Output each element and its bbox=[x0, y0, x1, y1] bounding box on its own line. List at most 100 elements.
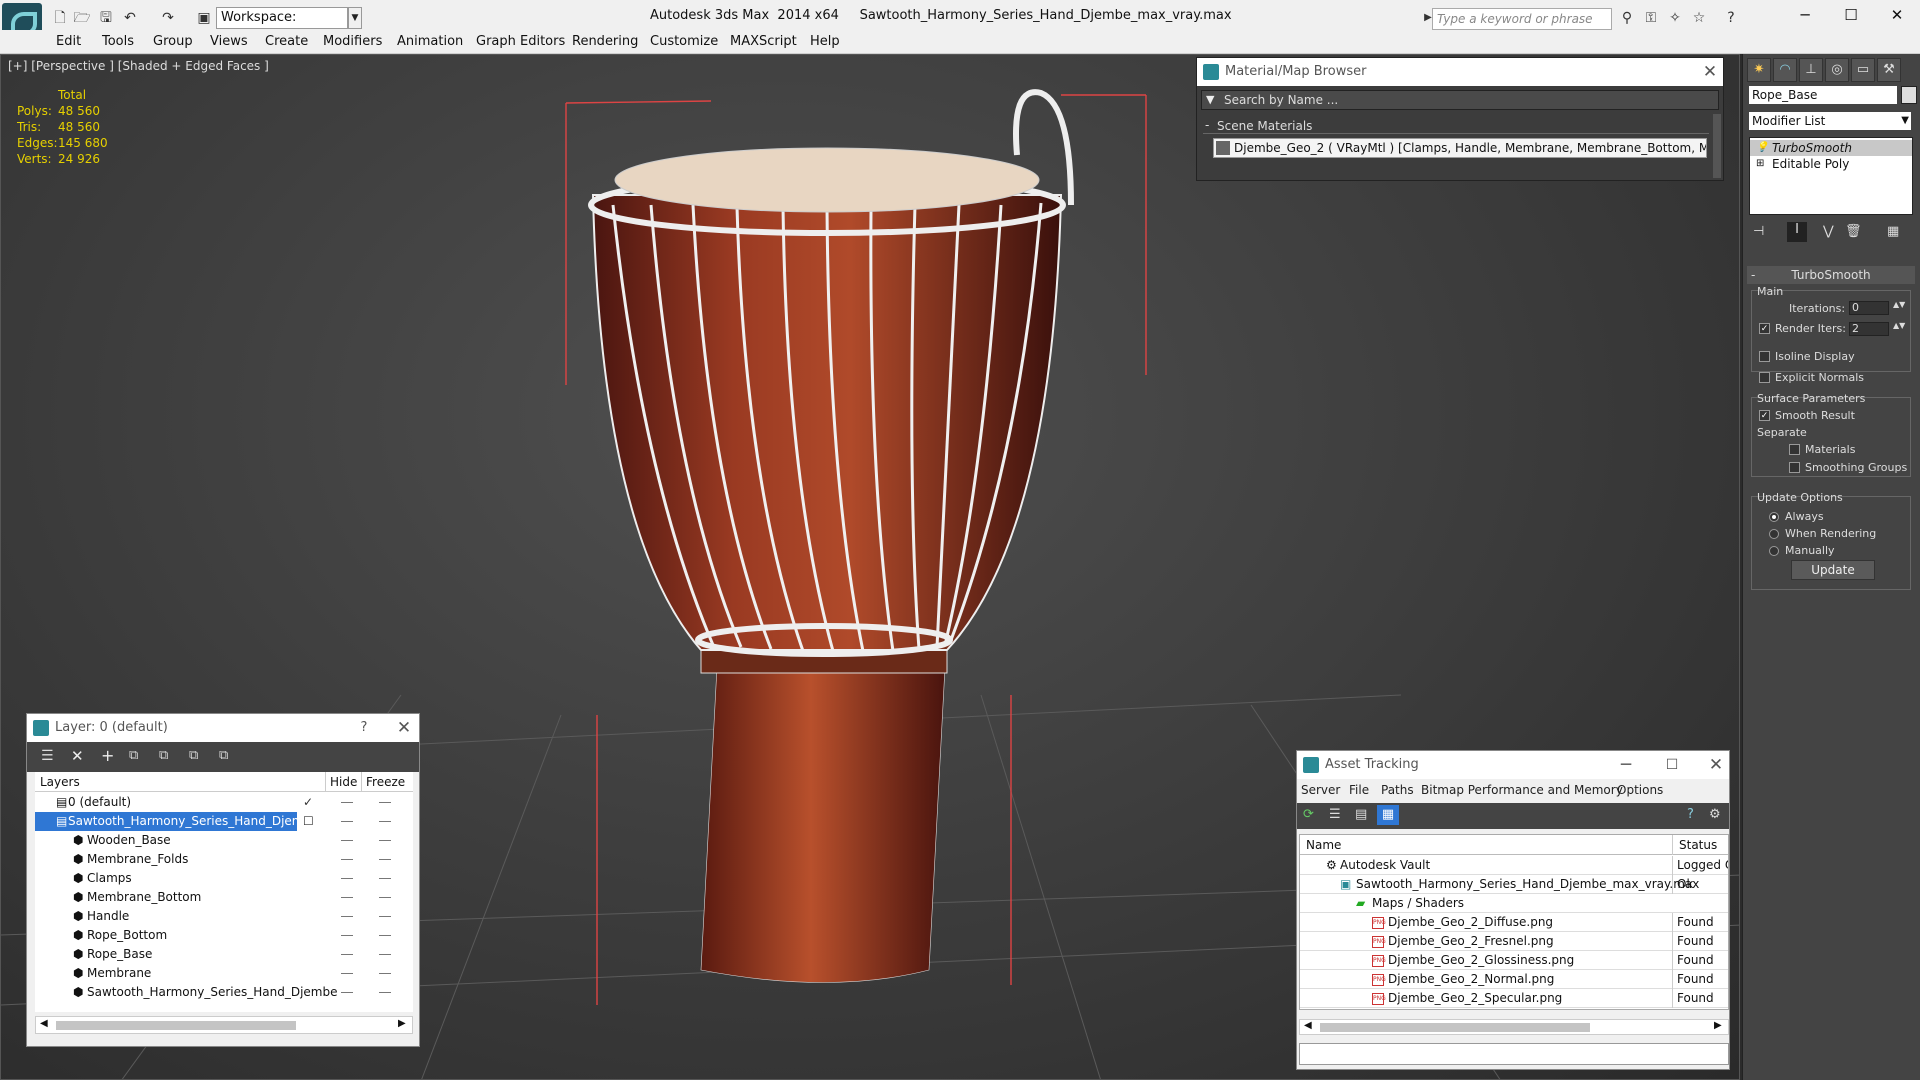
menu-maxscript[interactable]: MAXScript bbox=[730, 34, 797, 49]
add-layer-icon[interactable]: + bbox=[101, 746, 114, 765]
horizontal-scrollbar[interactable]: ◀ ▶ bbox=[35, 1016, 413, 1034]
layer-row[interactable]: ▤ Sawtooth_Harmony_Series_Hand_Djembe ☐ bbox=[35, 812, 401, 831]
layer-row[interactable]: ⬢ Clamps bbox=[35, 869, 401, 888]
menu-help[interactable]: Help bbox=[810, 34, 840, 49]
help-icon[interactable]: ? bbox=[1720, 8, 1742, 28]
layer-row[interactable]: ⬢ Membrane_Bottom bbox=[35, 888, 401, 907]
col-hide[interactable]: Hide bbox=[325, 772, 357, 792]
layer-row[interactable]: ⬢ Rope_Bottom bbox=[35, 926, 401, 945]
smooth-result-checkbox[interactable]: ✓ bbox=[1759, 410, 1770, 421]
binoculars-icon[interactable]: ⚲ bbox=[1616, 8, 1638, 28]
lightbulb-icon[interactable]: 💡 bbox=[1756, 140, 1768, 156]
save-icon[interactable]: 🖫 bbox=[96, 8, 116, 28]
render-iters-checkbox[interactable]: ✓ bbox=[1759, 323, 1770, 334]
asset-row[interactable]: ▰ Maps / Shaders bbox=[1300, 894, 1728, 913]
object-color-swatch[interactable] bbox=[1901, 86, 1917, 104]
smoothing-groups-checkbox[interactable] bbox=[1789, 462, 1800, 473]
asset-row[interactable]: PNG Djembe_Geo_2_Specular.png Found bbox=[1300, 989, 1728, 1008]
layers-stack-icon[interactable]: ☰ bbox=[41, 748, 54, 764]
scroll-left-icon[interactable]: ◀ bbox=[1304, 1020, 1312, 1031]
stack-item-turbosmooth[interactable]: 💡 TurboSmooth bbox=[1750, 140, 1912, 156]
minimize-button[interactable]: ─ bbox=[1782, 0, 1828, 30]
list-view-icon[interactable]: ☰ bbox=[1329, 807, 1341, 822]
maximize-icon[interactable]: ☐ bbox=[1657, 751, 1687, 779]
horizontal-scrollbar[interactable]: ◀ ▶ bbox=[1299, 1019, 1729, 1035]
layer-row[interactable]: ⬢ Wooden_Base bbox=[35, 831, 401, 850]
asset-row[interactable]: PNG Djembe_Geo_2_Glossiness.png Found bbox=[1300, 951, 1728, 970]
collapse-icon[interactable]: - bbox=[1751, 266, 1755, 284]
layer-row[interactable]: ⬢ Membrane_Folds bbox=[35, 850, 401, 869]
maximize-button[interactable]: ☐ bbox=[1828, 0, 1874, 30]
spinner-arrows-icon[interactable]: ▲▼ bbox=[1893, 321, 1905, 330]
keyword-search-input[interactable]: Type a keyword or phrase bbox=[1432, 8, 1612, 30]
close-icon[interactable]: ✕ bbox=[389, 714, 419, 742]
col-layers[interactable]: Layers bbox=[40, 772, 80, 792]
new-file-icon[interactable]: 🗋 bbox=[50, 8, 70, 28]
menu-rendering[interactable]: Rendering bbox=[572, 34, 638, 49]
chevron-down-icon[interactable]: ▼ bbox=[348, 7, 362, 29]
layer-checkbox-icon[interactable]: ☐ bbox=[303, 812, 314, 831]
render-iters-spinner[interactable]: 2 bbox=[1849, 322, 1889, 336]
create-tab-icon[interactable]: ✷ bbox=[1747, 58, 1771, 82]
scroll-thumb[interactable] bbox=[56, 1021, 296, 1030]
scroll-right-icon[interactable]: ▶ bbox=[1714, 1020, 1722, 1031]
menu-server[interactable]: Server bbox=[1301, 779, 1340, 801]
motion-tab-icon[interactable]: ◎ bbox=[1825, 58, 1849, 82]
col-freeze[interactable]: Freeze bbox=[361, 772, 405, 792]
favorites-star-icon[interactable]: ☆ bbox=[1688, 8, 1710, 28]
update-button[interactable]: Update bbox=[1791, 560, 1875, 580]
stack-item-editable-poly[interactable]: ⊞ Editable Poly bbox=[1750, 156, 1912, 172]
layer-row[interactable]: ▤ 0 (default) ✓ bbox=[35, 793, 401, 812]
refresh-icon[interactable]: ⟳ bbox=[1303, 807, 1314, 822]
when-rendering-radio[interactable] bbox=[1769, 529, 1779, 539]
asset-path-field[interactable] bbox=[1299, 1043, 1729, 1065]
select-layer-icon[interactable]: ⧉ bbox=[129, 748, 138, 763]
menu-file[interactable]: File bbox=[1349, 779, 1369, 801]
project-folder-icon[interactable]: ▣ bbox=[194, 8, 214, 28]
workspace-dropdown[interactable]: Workspace: Default bbox=[216, 7, 348, 45]
hide-all-icon[interactable]: ⧉ bbox=[189, 748, 198, 763]
layer-row[interactable]: ⬢ Sawtooth_Harmony_Series_Hand_Djembe bbox=[35, 983, 401, 1002]
delete-layer-icon[interactable]: ✕ bbox=[71, 747, 84, 765]
isoline-display-checkbox[interactable] bbox=[1759, 351, 1770, 362]
always-radio[interactable] bbox=[1769, 512, 1779, 522]
asset-row[interactable]: PNG Djembe_Geo_2_Normal.png Found bbox=[1300, 970, 1728, 989]
material-item[interactable]: Djembe_Geo_2 ( VRayMtl ) [Clamps, Handle… bbox=[1213, 138, 1707, 158]
highlight-layer-icon[interactable]: ⧉ bbox=[159, 748, 168, 763]
help-icon[interactable]: ? bbox=[1687, 807, 1694, 822]
pin-stack-icon[interactable]: ⊣ bbox=[1753, 224, 1764, 239]
menu-modifiers[interactable]: Modifiers bbox=[323, 34, 382, 49]
manually-radio[interactable] bbox=[1769, 546, 1779, 556]
tree-view-icon[interactable]: ▤ bbox=[1355, 807, 1367, 822]
close-icon[interactable]: ✕ bbox=[1695, 58, 1725, 86]
menu-customize[interactable]: Customize bbox=[650, 34, 718, 49]
chevron-down-icon[interactable]: ▼ bbox=[1206, 93, 1214, 106]
layer-row[interactable]: ⬢ Rope_Base bbox=[35, 945, 401, 964]
asset-row[interactable]: ⚙ Autodesk Vault Logged O bbox=[1300, 856, 1728, 875]
menu-paths[interactable]: Paths bbox=[1381, 779, 1414, 801]
table-view-icon[interactable]: ▦ bbox=[1377, 805, 1399, 825]
modifier-list-dropdown[interactable]: Modifier List ▼ bbox=[1749, 112, 1911, 130]
iterations-spinner[interactable]: 0 bbox=[1849, 301, 1889, 315]
close-icon[interactable]: ✕ bbox=[1701, 751, 1731, 779]
display-tab-icon[interactable]: ▭ bbox=[1851, 58, 1875, 82]
undo-icon[interactable]: ↶ bbox=[120, 8, 140, 28]
make-unique-icon[interactable]: ⋁ bbox=[1823, 224, 1834, 239]
freeze-all-icon[interactable]: ⧉ bbox=[219, 748, 228, 763]
menu-edit[interactable]: Edit bbox=[56, 34, 81, 49]
menu-animation[interactable]: Animation bbox=[397, 34, 463, 49]
spinner-arrows-icon[interactable]: ▲▼ bbox=[1893, 300, 1905, 309]
menu-bitmap-performance[interactable]: Bitmap Performance and Memory bbox=[1421, 779, 1623, 801]
help-icon[interactable]: ? bbox=[349, 714, 379, 742]
remove-modifier-icon[interactable]: 🗑 bbox=[1845, 224, 1862, 239]
object-name-field[interactable]: Rope_Base bbox=[1749, 86, 1897, 104]
star-sign-icon[interactable]: ✧ bbox=[1664, 8, 1686, 28]
modify-tab-icon[interactable]: ◠ bbox=[1773, 58, 1797, 82]
scene-materials-header[interactable]: - Scene Materials bbox=[1203, 118, 1709, 134]
col-name[interactable]: Name bbox=[1306, 835, 1341, 855]
turbosmooth-rollout-header[interactable]: - TurboSmooth bbox=[1747, 266, 1915, 284]
layer-row[interactable]: ⬢ Handle bbox=[35, 907, 401, 926]
key-icon[interactable]: ⚿ bbox=[1640, 8, 1662, 28]
show-end-result-icon[interactable]: I bbox=[1787, 222, 1807, 242]
scrollbar[interactable] bbox=[1713, 114, 1721, 178]
